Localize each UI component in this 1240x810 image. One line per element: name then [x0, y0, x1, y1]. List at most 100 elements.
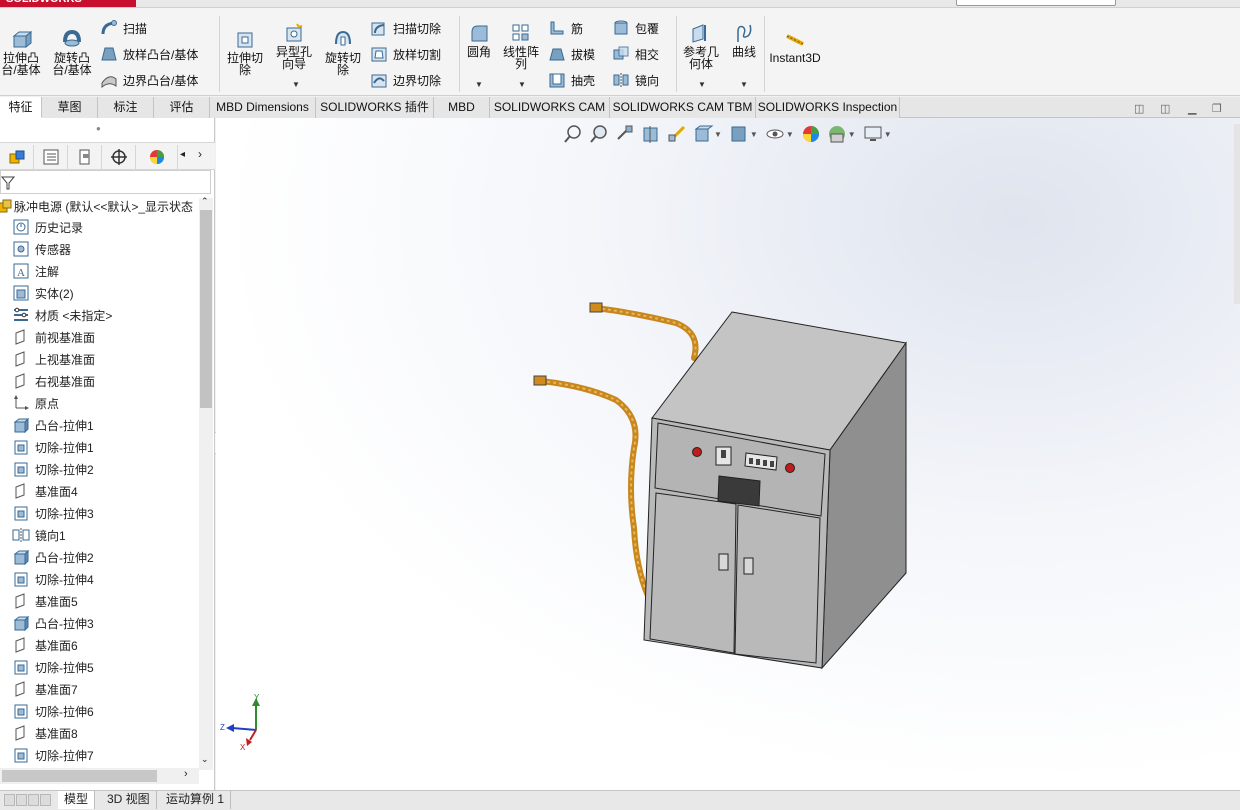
tab-sketch[interactable]: 草图: [42, 97, 98, 118]
tab-solidworks-cam-tbm[interactable]: SOLIDWORKS CAM TBM: [610, 97, 756, 118]
hole-wizard-button[interactable]: 异型孔向导: [272, 22, 316, 70]
tree-horizontal-scrollbar[interactable]: ›: [0, 768, 199, 784]
tree-item[interactable]: 基准面5: [12, 590, 78, 612]
tree-item[interactable]: 凸台-拉伸2: [12, 546, 94, 568]
tree-item[interactable]: 右视基准面: [12, 370, 95, 392]
tab-mbd[interactable]: MBD: [434, 97, 490, 118]
cable-lower[interactable]: [538, 378, 651, 599]
tree-item[interactable]: 基准面8: [12, 722, 78, 744]
fillet-button[interactable]: 圆角: [462, 22, 496, 58]
tab-model[interactable]: 模型: [58, 791, 96, 809]
tab-mbd-dimensions[interactable]: MBD Dimensions: [210, 97, 316, 118]
cable-upper[interactable]: [593, 305, 699, 361]
tree-root-part[interactable]: 脉冲电源 (默认<<默认>_显示状态: [0, 196, 200, 216]
tree-item[interactable]: 基准面4: [12, 480, 78, 502]
wrap-button[interactable]: 包覆: [612, 18, 659, 38]
scroll-right-icon[interactable]: ›: [184, 768, 188, 780]
tree-item[interactable]: 传感器: [12, 238, 71, 260]
scroll-down-icon[interactable]: ⌄: [201, 754, 209, 765]
dimxpert-manager-tab[interactable]: [102, 145, 136, 169]
scroll-up-icon[interactable]: ⌃: [201, 196, 209, 207]
panel-collapse-handle[interactable]: ●: [96, 124, 101, 133]
tree-item[interactable]: 切除-拉伸4: [12, 568, 94, 590]
display-manager-tab[interactable]: [136, 145, 178, 169]
search-input[interactable]: [956, 0, 1116, 6]
tile-right-icon[interactable]: ◫: [1160, 102, 1170, 115]
tree-item[interactable]: 实体(2): [12, 282, 74, 304]
graphics-area[interactable]: ▼ ▼ ▼ ▼ ▼ Y Z X: [216, 118, 1240, 790]
tree-item[interactable]: 切除-拉伸7: [12, 744, 94, 766]
last-tab-button[interactable]: [40, 794, 51, 806]
revolve-boss-button[interactable]: 旋转凸台/基体: [50, 28, 94, 76]
sweep-button[interactable]: 扫描: [100, 18, 147, 38]
reference-geometry-dropdown[interactable]: ▼: [698, 80, 706, 89]
property-manager-tab[interactable]: [34, 145, 68, 169]
right-door[interactable]: [734, 504, 821, 664]
extrude-boss-button[interactable]: 拉伸凸台/基体: [0, 28, 42, 76]
tree-item[interactable]: 材质 <未指定>: [12, 304, 112, 326]
prev-tab-button[interactable]: [16, 794, 27, 806]
sweep-cut-button[interactable]: 扫描切除: [370, 18, 441, 38]
right-door-handle[interactable]: [743, 557, 754, 575]
tree-item[interactable]: 切除-拉伸3: [12, 502, 94, 524]
revolve-cut-button[interactable]: 旋转切除: [322, 28, 364, 76]
tree-item[interactable]: A 注解: [12, 260, 59, 282]
next-tab-button[interactable]: [28, 794, 39, 806]
tree-item[interactable]: 镜向1: [12, 524, 66, 546]
boundary-cut-button[interactable]: 边界切除: [370, 70, 441, 90]
left-door-handle[interactable]: [718, 553, 729, 571]
left-door[interactable]: [649, 492, 737, 654]
tree-item[interactable]: 基准面7: [12, 678, 78, 700]
minimize-icon[interactable]: ▁: [1188, 102, 1196, 115]
tree-item[interactable]: 切除-拉伸2: [12, 458, 94, 480]
loft-cut-button[interactable]: 放样切割: [370, 44, 441, 64]
scrollbar-thumb[interactable]: [2, 770, 157, 782]
tab-markup[interactable]: 标注: [98, 97, 154, 118]
tabs-scroll-left-icon[interactable]: ◂: [180, 149, 185, 160]
cable-connector-upper[interactable]: [589, 302, 603, 313]
tree-item[interactable]: 凸台-拉伸3: [12, 612, 94, 634]
linear-pattern-button[interactable]: 线性阵列: [500, 22, 542, 70]
instant3d-button[interactable]: Instant3D: [768, 28, 822, 64]
configuration-manager-tab[interactable]: [68, 145, 102, 169]
task-pane-edge[interactable]: [1234, 124, 1240, 304]
loft-boss-button[interactable]: 放样凸台/基体: [100, 44, 198, 64]
model-render[interactable]: [216, 118, 1240, 790]
tab-solidworks-inspection[interactable]: SOLIDWORKS Inspection: [756, 97, 900, 118]
tree-filter-input[interactable]: [0, 170, 211, 194]
feature-manager-tab[interactable]: [0, 145, 34, 169]
scrollbar-thumb[interactable]: [200, 210, 212, 408]
intersect-button[interactable]: 相交: [612, 44, 659, 64]
tab-evaluate[interactable]: 评估: [154, 97, 210, 118]
extrude-cut-button[interactable]: 拉伸切除: [224, 28, 266, 76]
tab-motion-study[interactable]: 运动算例 1: [160, 791, 232, 809]
tree-item[interactable]: 切除-拉伸5: [12, 656, 94, 678]
tree-item[interactable]: 原点: [12, 392, 59, 414]
tabs-scroll-right-icon[interactable]: ›: [198, 147, 202, 161]
boundary-boss-button[interactable]: 边界凸台/基体: [100, 70, 198, 90]
tab-solidworks-cam[interactable]: SOLIDWORKS CAM: [490, 97, 610, 118]
draft-button[interactable]: 拔模: [548, 44, 595, 64]
tree-item[interactable]: 切除-拉伸1: [12, 436, 94, 458]
hole-wizard-dropdown[interactable]: ▼: [292, 80, 300, 89]
tab-features[interactable]: 特征: [0, 97, 42, 118]
curves-dropdown[interactable]: ▼: [740, 80, 748, 89]
tile-left-icon[interactable]: ◫: [1134, 102, 1144, 115]
tree-item[interactable]: 上视基准面: [12, 348, 95, 370]
curves-button[interactable]: 曲线: [728, 22, 760, 58]
tab-solidworks-addins[interactable]: SOLIDWORKS 插件: [316, 97, 434, 118]
cable-connector-lower[interactable]: [533, 375, 547, 386]
tree-item[interactable]: 基准面6: [12, 634, 78, 656]
shell-button[interactable]: 抽壳: [548, 70, 595, 90]
tree-item[interactable]: 凸台-拉伸1: [12, 414, 94, 436]
restore-icon[interactable]: ❐: [1212, 102, 1222, 115]
tree-item[interactable]: 切除-拉伸6: [12, 700, 94, 722]
mirror-button[interactable]: 镜向: [612, 70, 659, 90]
tree-item[interactable]: 历史记录: [12, 216, 83, 238]
linear-pattern-dropdown[interactable]: ▼: [518, 80, 526, 89]
tree-vertical-scrollbar[interactable]: ⌃ ⌄: [199, 196, 213, 770]
first-tab-button[interactable]: [4, 794, 15, 806]
reference-geometry-button[interactable]: 参考几何体: [680, 22, 722, 70]
tab-3d-views[interactable]: 3D 视图: [101, 791, 157, 809]
rib-button[interactable]: 筋: [548, 18, 583, 38]
